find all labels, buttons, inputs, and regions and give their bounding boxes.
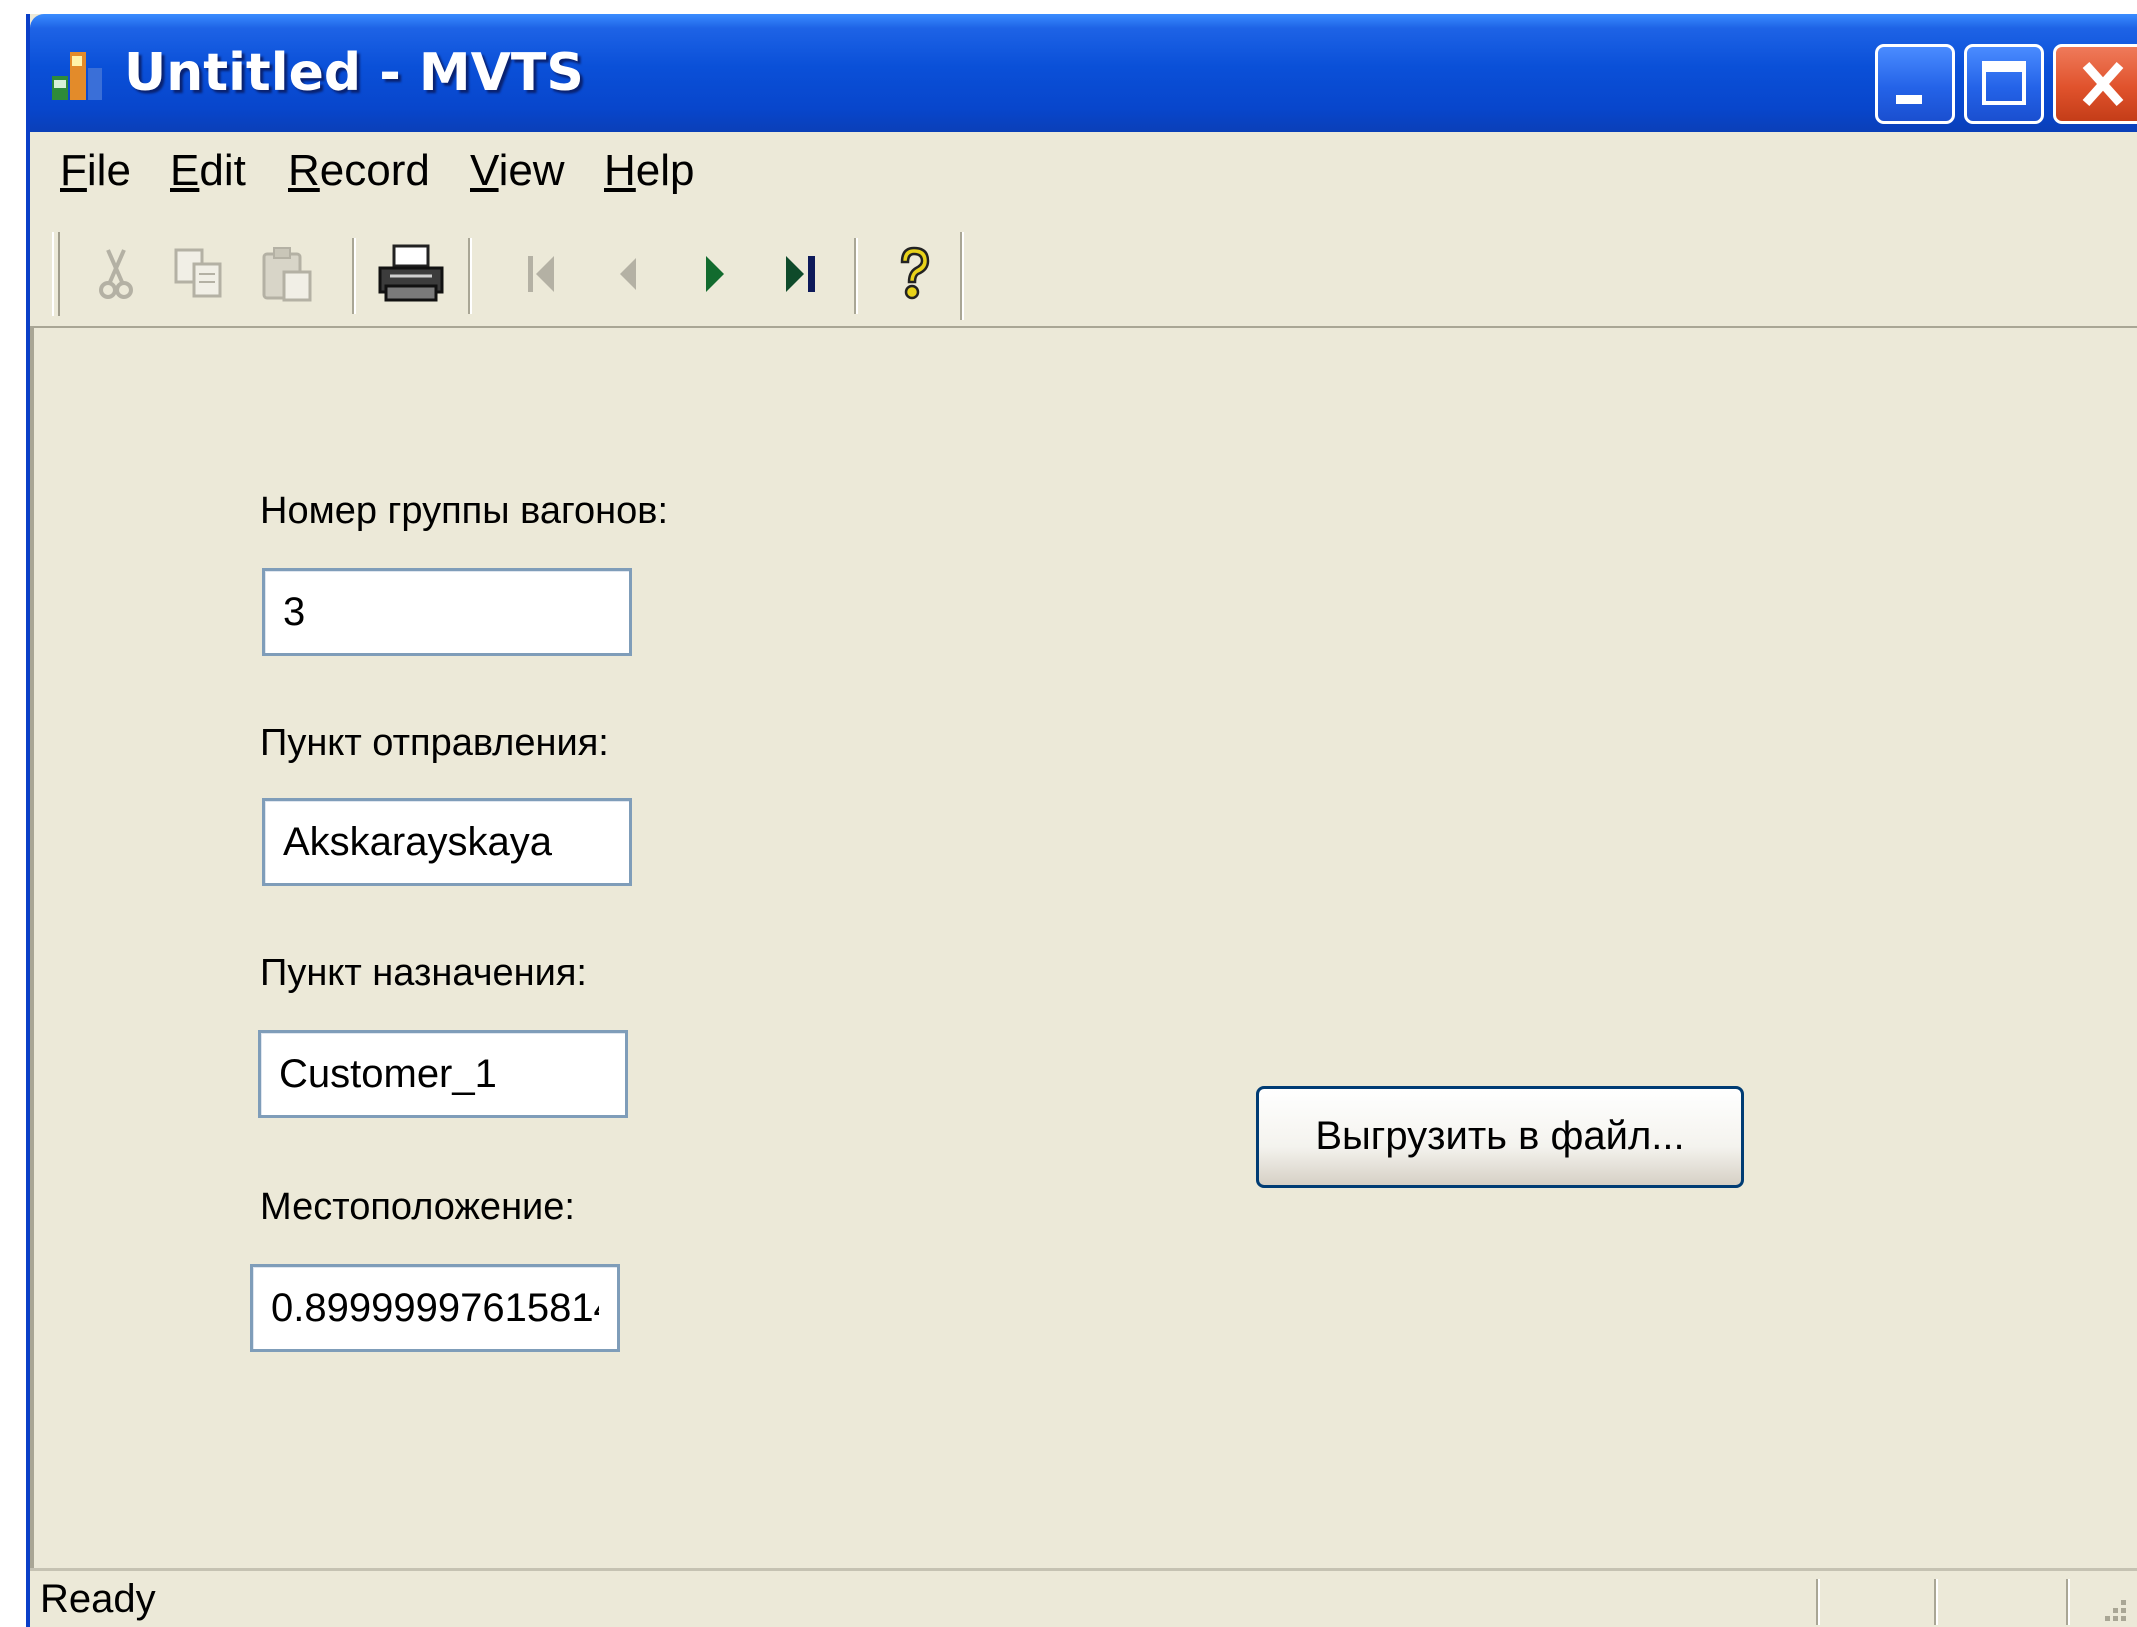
menu-file[interactable]: File bbox=[60, 146, 131, 196]
status-pane-divider bbox=[1934, 1579, 1938, 1625]
status-pane-divider bbox=[1816, 1579, 1820, 1625]
app-window: Untitled - MVTS File Edit Record View He… bbox=[26, 14, 2137, 1627]
menu-record-label: ecord bbox=[319, 146, 430, 195]
group-number-label: Номер группы вагонов: bbox=[260, 490, 669, 532]
maximize-icon bbox=[1982, 61, 2026, 105]
destination-label: Пункт назначения: bbox=[260, 952, 587, 994]
status-bar: Ready bbox=[30, 1568, 2137, 1627]
close-button[interactable] bbox=[2053, 44, 2137, 124]
cut-icon[interactable] bbox=[84, 242, 148, 306]
menu-view[interactable]: View bbox=[470, 146, 565, 196]
title-bar[interactable]: Untitled - MVTS bbox=[30, 14, 2137, 132]
copy-icon[interactable] bbox=[168, 242, 232, 306]
mvts-app-icon bbox=[52, 52, 102, 100]
menu-view-label: iew bbox=[498, 146, 565, 195]
toolbar-separator bbox=[352, 238, 356, 314]
menu-record[interactable]: Record bbox=[288, 146, 430, 196]
status-pane-divider bbox=[2066, 1579, 2070, 1625]
status-text: Ready bbox=[40, 1577, 156, 1621]
toolbar-end-separator bbox=[960, 232, 964, 320]
toolbar-separator bbox=[468, 238, 472, 314]
departure-label: Пункт отправления: bbox=[260, 722, 609, 764]
menu-file-label: ile bbox=[86, 146, 131, 195]
menu-edit-label: dit bbox=[199, 146, 246, 195]
menu-help-mnemonic: H bbox=[604, 146, 636, 195]
menu-file-mnemonic: F bbox=[60, 146, 87, 195]
minimize-button[interactable] bbox=[1875, 44, 1955, 124]
resize-grip-icon[interactable] bbox=[2091, 1586, 2131, 1626]
menu-record-mnemonic: R bbox=[288, 146, 320, 195]
menu-help-label: elp bbox=[635, 146, 695, 195]
location-label: Местоположение: bbox=[260, 1186, 575, 1228]
minimize-icon bbox=[1896, 95, 1922, 104]
menu-bar: File Edit Record View Help bbox=[30, 132, 2137, 224]
menu-view-mnemonic: V bbox=[470, 146, 499, 195]
group-number-field[interactable] bbox=[262, 568, 632, 656]
help-icon[interactable] bbox=[882, 242, 946, 306]
export-to-file-button[interactable]: Выгрузить в файл... bbox=[1256, 1086, 1744, 1188]
next-record-icon[interactable] bbox=[682, 242, 746, 306]
last-record-icon[interactable] bbox=[770, 242, 834, 306]
paste-icon[interactable] bbox=[256, 242, 320, 306]
window-title: Untitled - MVTS bbox=[124, 43, 584, 103]
menu-help[interactable]: Help bbox=[604, 146, 695, 196]
toolbar bbox=[30, 222, 2137, 329]
departure-field[interactable] bbox=[262, 798, 632, 886]
toolbar-separator bbox=[854, 238, 858, 314]
menu-edit[interactable]: Edit bbox=[170, 146, 246, 196]
close-icon bbox=[2082, 61, 2124, 107]
maximize-button[interactable] bbox=[1964, 44, 2044, 124]
destination-field[interactable] bbox=[258, 1030, 628, 1118]
location-field[interactable] bbox=[250, 1264, 620, 1352]
print-icon[interactable] bbox=[374, 242, 448, 306]
previous-record-icon[interactable] bbox=[596, 242, 660, 306]
form-view: Номер группы вагонов: Пункт отправления:… bbox=[30, 328, 2137, 1568]
first-record-icon[interactable] bbox=[510, 242, 574, 306]
toolbar-grip[interactable] bbox=[52, 232, 60, 316]
menu-edit-mnemonic: E bbox=[170, 146, 200, 195]
